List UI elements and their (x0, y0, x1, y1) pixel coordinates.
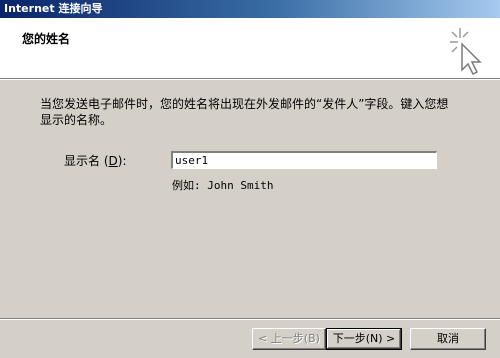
back-button[interactable]: < 上一步(B) (252, 328, 326, 350)
cancel-button[interactable]: 取消 (410, 328, 486, 350)
window-titlebar: Internet 连接向导 (0, 0, 500, 18)
next-button[interactable]: 下一步(N) > (326, 328, 402, 350)
display-name-input[interactable] (171, 151, 437, 169)
display-name-hotkey: D (108, 154, 118, 168)
display-name-label: 显示名 (D): (64, 154, 127, 168)
connection-wizard-window: Internet 连接向导 您的姓名 当您发送电子邮件时，您的姓名将出现在外发邮… (0, 0, 500, 358)
footer-separator (0, 318, 500, 320)
page-title: 您的姓名 (22, 32, 71, 46)
header-separator (0, 78, 500, 80)
wizard-header: 您的姓名 (0, 18, 500, 78)
instruction-text: 当您发送电子邮件时，您的姓名将出现在外发邮件的“发件人”字段。键入您想显示的名称… (40, 97, 449, 127)
display-name-label-suffix: ): (117, 154, 127, 168)
wizard-sparkle-cursor-icon (450, 28, 482, 76)
display-name-example: 例如: John Smith (172, 179, 274, 192)
display-name-label-text: 显示名 (64, 154, 101, 168)
